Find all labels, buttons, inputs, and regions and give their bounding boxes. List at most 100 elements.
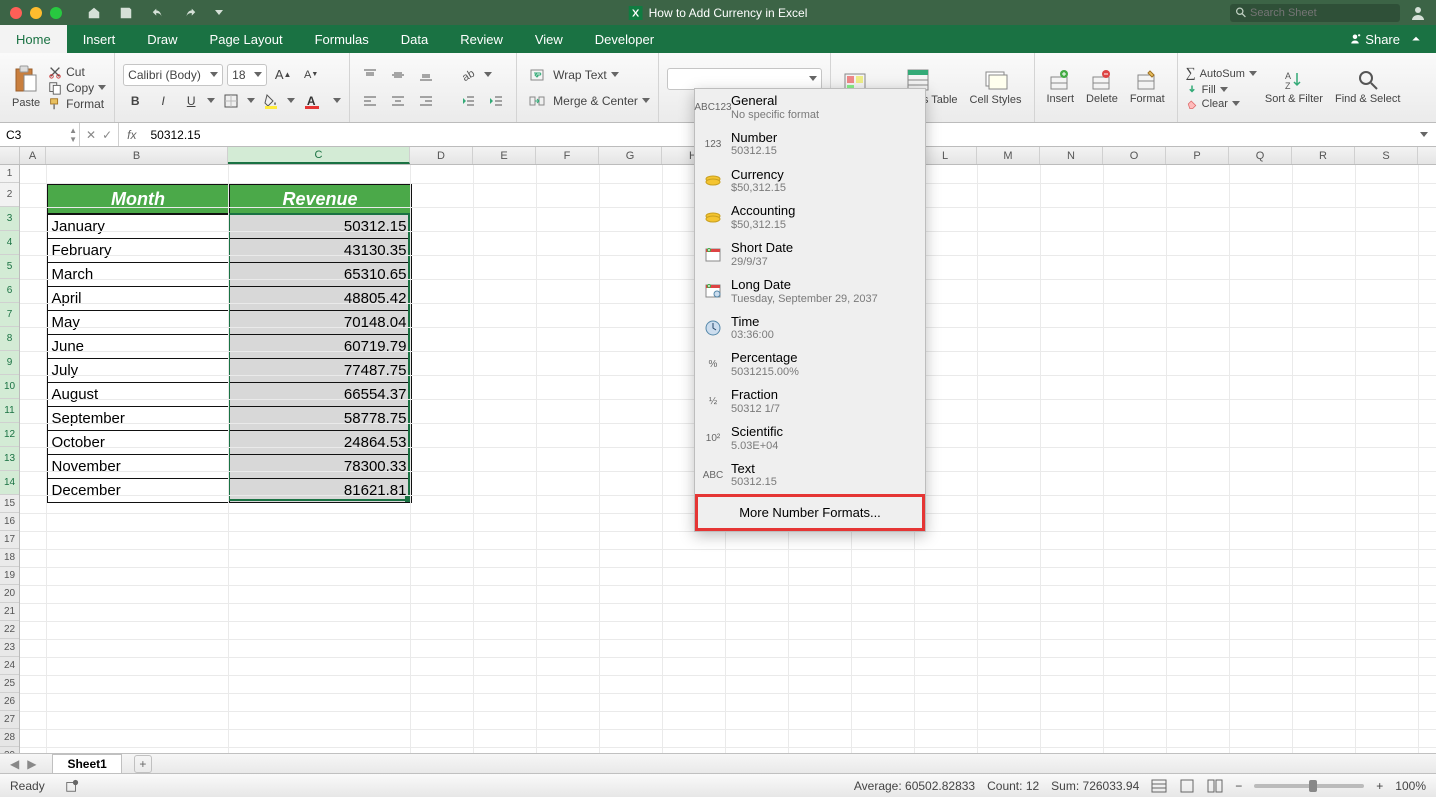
table-header-revenue[interactable]: Revenue — [229, 184, 411, 214]
clear-button[interactable]: Clear — [1186, 98, 1257, 110]
row-header-10[interactable]: 10 — [0, 375, 19, 399]
zoom-out-button[interactable]: − — [1235, 779, 1242, 793]
zoom-in-button[interactable]: + — [1376, 779, 1383, 793]
row-header-5[interactable]: 5 — [0, 255, 19, 279]
row-header-22[interactable]: 22 — [0, 621, 19, 639]
row-header-24[interactable]: 24 — [0, 657, 19, 675]
row-header-28[interactable]: 28 — [0, 729, 19, 747]
table-cell-month[interactable]: February — [47, 238, 229, 262]
more-number-formats-button[interactable]: More Number Formats... — [695, 494, 925, 531]
copy-button[interactable]: Copy — [48, 81, 106, 95]
table-cell-month[interactable]: January — [47, 214, 229, 238]
col-header-F[interactable]: F — [536, 147, 599, 164]
table-cell-revenue[interactable]: 50312.15 — [229, 214, 411, 238]
redo-icon[interactable] — [183, 6, 197, 20]
autosum-button[interactable]: ∑AutoSum — [1186, 66, 1257, 82]
sort-filter-button[interactable]: AZSort & Filter — [1261, 67, 1327, 107]
view-page-break-icon[interactable] — [1207, 779, 1223, 793]
format-painter-button[interactable]: Format — [48, 97, 106, 111]
table-cell-revenue[interactable]: 65310.65 — [229, 262, 411, 286]
number-format-number[interactable]: 123Number50312.15 — [695, 126, 925, 163]
font-color-dropdown[interactable] — [333, 98, 341, 103]
table-cell-revenue[interactable]: 66554.37 — [229, 382, 411, 406]
row-header-25[interactable]: 25 — [0, 675, 19, 693]
merge-dropdown[interactable] — [642, 98, 650, 103]
number-format-text[interactable]: ABCText50312.15 — [695, 457, 925, 494]
table-cell-month[interactable]: October — [47, 430, 229, 454]
merge-center-button[interactable]: Merge & Center — [553, 94, 638, 108]
sheet-nav-prev-icon[interactable]: ◀ — [10, 757, 19, 771]
table-cell-month[interactable]: March — [47, 262, 229, 286]
col-header-D[interactable]: D — [410, 147, 473, 164]
col-header-E[interactable]: E — [473, 147, 536, 164]
bold-button[interactable]: B — [123, 90, 147, 112]
cell-styles-button[interactable]: Cell Styles — [966, 66, 1026, 108]
col-header-C[interactable]: C — [228, 147, 410, 164]
number-format-combo[interactable] — [667, 68, 822, 90]
row-header-14[interactable]: 14 — [0, 471, 19, 495]
col-header-O[interactable]: O — [1103, 147, 1166, 164]
tab-home[interactable]: Home — [0, 25, 67, 53]
tab-draw[interactable]: Draw — [131, 25, 193, 53]
table-cell-revenue[interactable]: 48805.42 — [229, 286, 411, 310]
row-header-6[interactable]: 6 — [0, 279, 19, 303]
select-all-corner[interactable] — [0, 147, 20, 164]
col-header-Q[interactable]: Q — [1229, 147, 1292, 164]
table-cell-month[interactable]: July — [47, 358, 229, 382]
row-header-26[interactable]: 26 — [0, 693, 19, 711]
tab-developer[interactable]: Developer — [579, 25, 670, 53]
row-header-16[interactable]: 16 — [0, 513, 19, 531]
underline-button[interactable]: U — [179, 90, 203, 112]
undo-icon[interactable] — [151, 6, 165, 20]
row-header-9[interactable]: 9 — [0, 351, 19, 375]
col-header-G[interactable]: G — [599, 147, 662, 164]
font-size-combo[interactable]: 18 — [227, 64, 267, 86]
row-header-21[interactable]: 21 — [0, 603, 19, 621]
cut-button[interactable]: Cut — [48, 65, 106, 79]
align-right-icon[interactable] — [414, 90, 438, 112]
format-cells-button[interactable]: Format — [1126, 67, 1169, 107]
tab-page-layout[interactable]: Page Layout — [194, 25, 299, 53]
table-cell-month[interactable]: November — [47, 454, 229, 478]
font-name-combo[interactable]: Calibri (Body) — [123, 64, 223, 86]
cancel-formula-icon[interactable]: ✕ — [86, 128, 96, 142]
expand-formula-bar-icon[interactable] — [1420, 132, 1428, 137]
table-cell-month[interactable]: April — [47, 286, 229, 310]
number-format-long-date[interactable]: Long DateTuesday, September 29, 2037 — [695, 273, 925, 310]
table-cell-revenue[interactable]: 81621.81 — [229, 478, 411, 502]
formula-value[interactable]: 50312.15 — [144, 128, 200, 142]
row-header-8[interactable]: 8 — [0, 327, 19, 351]
align-center-icon[interactable] — [386, 90, 410, 112]
row-header-1[interactable]: 1 — [0, 165, 19, 183]
col-header-M[interactable]: M — [977, 147, 1040, 164]
fx-icon[interactable]: fx — [119, 128, 144, 142]
table-cell-revenue[interactable]: 58778.75 — [229, 406, 411, 430]
table-cell-revenue[interactable]: 24864.53 — [229, 430, 411, 454]
number-format-general[interactable]: ABC123GeneralNo specific format — [695, 89, 925, 126]
number-format-fraction[interactable]: ½Fraction50312 1/7 — [695, 383, 925, 420]
tab-formulas[interactable]: Formulas — [299, 25, 385, 53]
decrease-font-icon[interactable]: A▼ — [299, 64, 323, 86]
number-format-scientific[interactable]: 10²Scientific5.03E+04 — [695, 420, 925, 457]
home-icon[interactable] — [87, 6, 101, 20]
search-input[interactable] — [1250, 7, 1394, 19]
search-sheet-box[interactable] — [1230, 4, 1400, 22]
maximize-window-button[interactable] — [50, 7, 62, 19]
row-header-18[interactable]: 18 — [0, 549, 19, 567]
number-format-accounting[interactable]: Accounting$50,312.15 — [695, 199, 925, 236]
sheet-tab[interactable]: Sheet1 — [52, 754, 121, 773]
zoom-slider[interactable] — [1254, 784, 1364, 788]
increase-indent-icon[interactable] — [484, 90, 508, 112]
row-header-20[interactable]: 20 — [0, 585, 19, 603]
borders-button[interactable] — [219, 90, 243, 112]
tab-review[interactable]: Review — [444, 25, 519, 53]
row-header-7[interactable]: 7 — [0, 303, 19, 327]
col-header-B[interactable]: B — [46, 147, 228, 164]
view-page-layout-icon[interactable] — [1179, 779, 1195, 793]
insert-cells-button[interactable]: Insert — [1043, 67, 1079, 107]
row-header-19[interactable]: 19 — [0, 567, 19, 585]
row-header-3[interactable]: 3 — [0, 207, 19, 231]
view-normal-icon[interactable] — [1151, 779, 1167, 793]
sheet-nav-next-icon[interactable]: ▶ — [27, 757, 36, 771]
increase-font-icon[interactable]: A▲ — [271, 64, 295, 86]
